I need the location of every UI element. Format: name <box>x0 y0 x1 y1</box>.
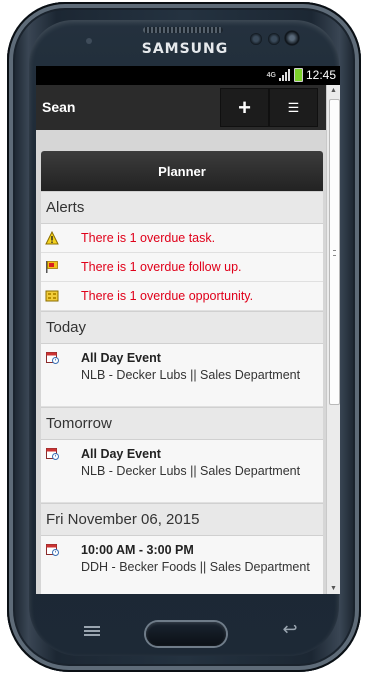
add-button[interactable]: + <box>220 88 269 127</box>
opportunity-icon <box>45 289 59 303</box>
event-subtitle: NLB - Decker Lubs || Sales Department <box>81 368 301 382</box>
plus-icon: + <box>238 94 251 120</box>
network-type: 4G <box>266 71 276 79</box>
section-header-label: Fri November 06, 2015 <box>46 511 200 528</box>
status-icons: 4G 12:45 <box>267 68 336 82</box>
section-header-alerts: Alerts <box>41 191 323 224</box>
earpiece-speaker <box>143 27 223 33</box>
hardware-menu-button[interactable] <box>82 624 102 638</box>
event-title: All Day Event <box>81 447 161 461</box>
section-header-date: Fri November 06, 2015 <box>41 503 323 536</box>
section-header-label: Tomorrow <box>46 415 112 432</box>
list-icon: ☰ <box>287 99 300 115</box>
event-row[interactable]: All Day Event NLB - Decker Lubs || Sales… <box>41 344 323 407</box>
calendar-event-icon <box>46 543 59 556</box>
calendar-event-icon <box>46 351 59 364</box>
event-title: 10:00 AM - 3:00 PM <box>81 543 194 557</box>
alert-row-task[interactable]: There is 1 overdue task. <box>41 224 323 253</box>
calendar-event-icon <box>46 447 59 460</box>
alert-text: There is 1 overdue opportunity. <box>81 289 254 303</box>
event-row[interactable]: All Day Event NLB - Decker Lubs || Sales… <box>41 440 323 503</box>
planner-header: Planner <box>41 151 323 191</box>
section-header-today: Today <box>41 311 323 344</box>
section-header-label: Alerts <box>46 199 85 216</box>
proximity-sensor <box>250 33 262 45</box>
event-subtitle: DDH - Becker Foods || Sales Department <box>81 560 310 574</box>
vertical-scrollbar[interactable]: ▲ ▼ <box>326 85 340 594</box>
hardware-home-button[interactable] <box>146 622 226 646</box>
screen: 4G 12:45 Sean + ☰ Planner Alerts There i… <box>36 66 340 594</box>
section-header-label: Today <box>46 319 87 336</box>
light-sensor <box>268 33 280 45</box>
front-sensor <box>86 38 92 44</box>
content-area: Planner Alerts There is 1 overdue task. … <box>36 130 326 594</box>
flag-icon <box>45 260 59 274</box>
status-bar: 4G 12:45 <box>36 66 340 85</box>
app-header: Sean + ☰ <box>36 85 340 131</box>
planner-panel: Planner Alerts There is 1 overdue task. … <box>41 151 323 594</box>
scroll-up-icon[interactable]: ▲ <box>330 87 337 94</box>
front-camera <box>284 30 300 46</box>
scroll-down-icon[interactable]: ▼ <box>330 585 337 592</box>
list-menu-button[interactable]: ☰ <box>269 88 318 127</box>
event-subtitle: NLB - Decker Lubs || Sales Department <box>81 464 301 478</box>
scroll-thumb[interactable] <box>329 99 340 405</box>
brand-logo: SAMSUNG <box>141 41 229 57</box>
signal-icon <box>278 69 291 81</box>
status-time: 12:45 <box>305 68 336 82</box>
back-arrow-icon: ↩ <box>282 619 298 639</box>
warning-icon <box>45 230 59 245</box>
section-header-tomorrow: Tomorrow <box>41 407 323 440</box>
planner-title: Planner <box>158 163 206 179</box>
alert-row-opportunity[interactable]: There is 1 overdue opportunity. <box>41 282 323 311</box>
event-title: All Day Event <box>81 351 161 365</box>
event-row[interactable]: 10:00 AM - 3:00 PM DDH - Becker Foods ||… <box>41 536 323 594</box>
user-name-title: Sean <box>42 99 76 115</box>
scroll-grip-icon <box>333 250 336 256</box>
hardware-back-button[interactable]: ↩ <box>279 620 301 638</box>
alert-text: There is 1 overdue task. <box>81 231 216 245</box>
battery-icon <box>293 68 303 82</box>
alert-row-followup[interactable]: There is 1 overdue follow up. <box>41 253 323 282</box>
alert-text: There is 1 overdue follow up. <box>81 260 242 274</box>
